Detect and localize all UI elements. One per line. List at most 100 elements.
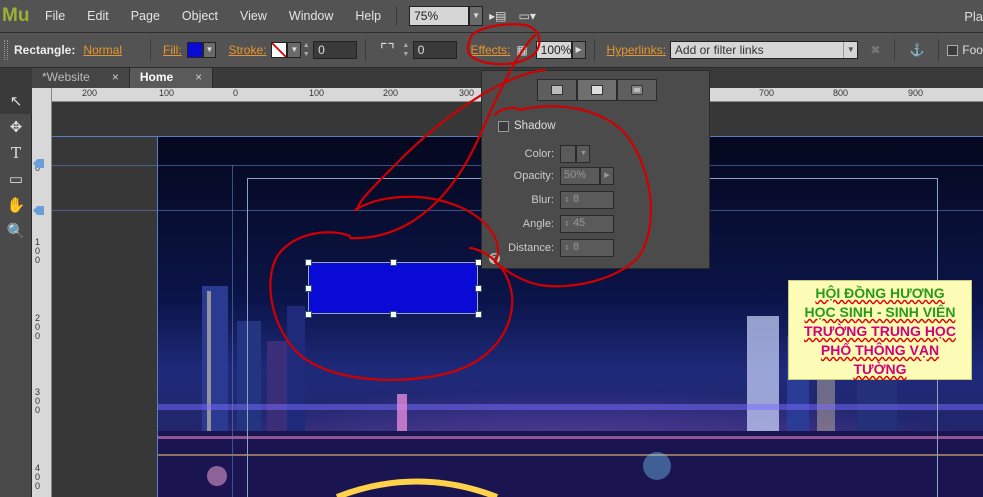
- stepper-icon[interactable]: ⇕: [564, 197, 570, 204]
- content-guide: [247, 178, 248, 497]
- effects-panel: Shadow Color: ▼ Opacity: 50% ▶ Blur: ⇕ 8…: [481, 70, 710, 269]
- ruler-tick-label: 200: [35, 313, 41, 341]
- chevron-right-icon[interactable]: ▶: [571, 41, 586, 59]
- style-link[interactable]: Normal: [83, 43, 122, 57]
- close-icon[interactable]: ×: [112, 70, 119, 86]
- tab-shadow[interactable]: [537, 79, 577, 101]
- app-logo: Mu: [2, 5, 30, 26]
- ruler-tick-label: 100: [35, 237, 41, 265]
- chevron-down-icon[interactable]: ▼: [469, 6, 484, 26]
- effects-link[interactable]: Effects:: [471, 43, 511, 57]
- menu-help[interactable]: Help: [344, 9, 392, 23]
- hyperlinks-input[interactable]: Add or filter links ▼: [669, 41, 859, 59]
- toolbar-grip[interactable]: [4, 40, 8, 60]
- bevel-icon: [591, 85, 603, 95]
- resize-handle[interactable]: [305, 259, 312, 266]
- tab-bevel[interactable]: [577, 79, 617, 101]
- stroke-swatch[interactable]: [271, 42, 288, 58]
- stroke-link[interactable]: Stroke:: [228, 43, 266, 57]
- guide-marker-icon[interactable]: [33, 206, 44, 215]
- footer-checkbox[interactable]: [947, 44, 959, 56]
- hyperlinks-placeholder: Add or filter links: [674, 43, 764, 57]
- ruler-tick-label: 900: [908, 88, 924, 98]
- text-frame-note[interactable]: HỘI ĐỒNG HƯƠNG HỌC SINH - SINH VIÊN TRƯỜ…: [788, 280, 972, 380]
- shadow-blur-input[interactable]: ⇕ 8: [560, 191, 614, 209]
- stepper-icon[interactable]: ⇕: [564, 245, 570, 252]
- field-label: Angle:: [522, 218, 554, 230]
- control-toolbar: Rectangle: Normal Fill: ▼ Stroke: ▼ ▲ ▼ 0…: [0, 33, 983, 68]
- object-type-label: Rectangle:: [13, 43, 76, 57]
- resize-handle[interactable]: [475, 285, 482, 292]
- glow-icon: [631, 85, 643, 95]
- tab-label: *Website: [42, 70, 90, 84]
- view-mode-icon[interactable]: ▭▾: [512, 9, 541, 23]
- shadow-opacity-input[interactable]: 50%: [560, 167, 600, 185]
- stepper-icon[interactable]: ▲ ▼: [301, 41, 311, 59]
- close-icon[interactable]: ✖: [864, 43, 886, 57]
- tab-glow[interactable]: [617, 79, 657, 101]
- export-icon[interactable]: ▸▤: [483, 9, 512, 23]
- resize-handle[interactable]: [305, 285, 312, 292]
- chevron-down-icon[interactable]: ▼: [287, 42, 302, 58]
- rectangle-icon[interactable]: ▭: [0, 166, 32, 192]
- corner-icon: ⌜⌝: [379, 42, 395, 59]
- shadow-color-swatch[interactable]: [560, 145, 576, 163]
- menu-window[interactable]: Window: [278, 9, 344, 23]
- field-label: Opacity:: [513, 170, 554, 182]
- tab-website[interactable]: *Website ×: [32, 68, 130, 88]
- tab-home[interactable]: Home ×: [129, 68, 214, 88]
- hand-icon[interactable]: ✋: [0, 192, 32, 218]
- shadow-checkbox[interactable]: [498, 120, 509, 132]
- tab-label: Home: [139, 70, 174, 84]
- stepper-icon[interactable]: ▲ ▼: [401, 41, 411, 59]
- shadow-icon: [551, 85, 563, 95]
- ruler-tick-label: 800: [833, 88, 849, 98]
- corner-radius-input[interactable]: 0: [412, 41, 457, 59]
- stroke-width-input[interactable]: 0: [313, 41, 357, 59]
- field-label: Blur:: [531, 194, 554, 206]
- crop-icon[interactable]: ✥: [0, 114, 32, 140]
- ruler-tick-label: 700: [759, 88, 775, 98]
- menu-file[interactable]: File: [34, 9, 76, 23]
- ruler-tick-label: 100: [159, 88, 175, 98]
- zoom-icon[interactable]: 🔍: [0, 218, 32, 244]
- chevron-right-icon[interactable]: ▶: [600, 167, 614, 185]
- menu-page[interactable]: Page: [120, 9, 171, 23]
- shadow-angle-input[interactable]: ⇕ 45: [560, 215, 614, 233]
- ruler-tick-label: 0: [233, 88, 239, 98]
- resize-handle[interactable]: [305, 311, 312, 318]
- divider: [593, 39, 595, 61]
- shadow-distance-input[interactable]: ⇕ 8: [560, 239, 614, 257]
- plan-mode-label[interactable]: Pla: [964, 9, 983, 24]
- selected-rectangle[interactable]: [308, 262, 478, 314]
- vertical-ruler[interactable]: 0 100 200 300 400: [32, 88, 52, 497]
- resize-handle[interactable]: [475, 311, 482, 318]
- chevron-down-icon[interactable]: ▼: [202, 42, 217, 58]
- ruler-tick-label: 400: [35, 463, 41, 491]
- ruler-tick-label: 200: [383, 88, 399, 98]
- opacity-input[interactable]: 100%: [535, 41, 572, 59]
- menu-view[interactable]: View: [229, 9, 278, 23]
- content-guide: [232, 165, 233, 497]
- zoom-select[interactable]: 75%: [409, 6, 470, 26]
- hyperlinks-link[interactable]: Hyperlinks:: [607, 43, 666, 57]
- chevron-down-icon[interactable]: ▼: [576, 145, 590, 163]
- resize-handle[interactable]: [390, 259, 397, 266]
- fill-swatch[interactable]: [186, 42, 203, 58]
- close-icon[interactable]: ×: [195, 70, 202, 86]
- fill-link[interactable]: Fill:: [163, 43, 182, 57]
- shadow-angle-value: 45: [572, 217, 586, 229]
- ruler-tick-label: 200: [82, 88, 98, 98]
- menu-bar: Mu File Edit Page Object View Window Hel…: [0, 0, 983, 33]
- anchor-icon[interactable]: ⚓: [903, 43, 930, 57]
- resize-handle[interactable]: [390, 311, 397, 318]
- chevron-down-icon[interactable]: ▼: [843, 42, 857, 58]
- select-icon[interactable]: ↖: [0, 88, 32, 114]
- help-icon[interactable]: ?: [489, 253, 500, 264]
- menu-edit[interactable]: Edit: [76, 9, 120, 23]
- shadow-distance-row: Distance: ⇕ 8: [482, 239, 614, 257]
- stepper-icon[interactable]: ⇕: [564, 221, 570, 228]
- shadow-toggle[interactable]: Shadow: [498, 120, 556, 132]
- text-icon[interactable]: T: [0, 140, 32, 166]
- menu-object[interactable]: Object: [171, 9, 229, 23]
